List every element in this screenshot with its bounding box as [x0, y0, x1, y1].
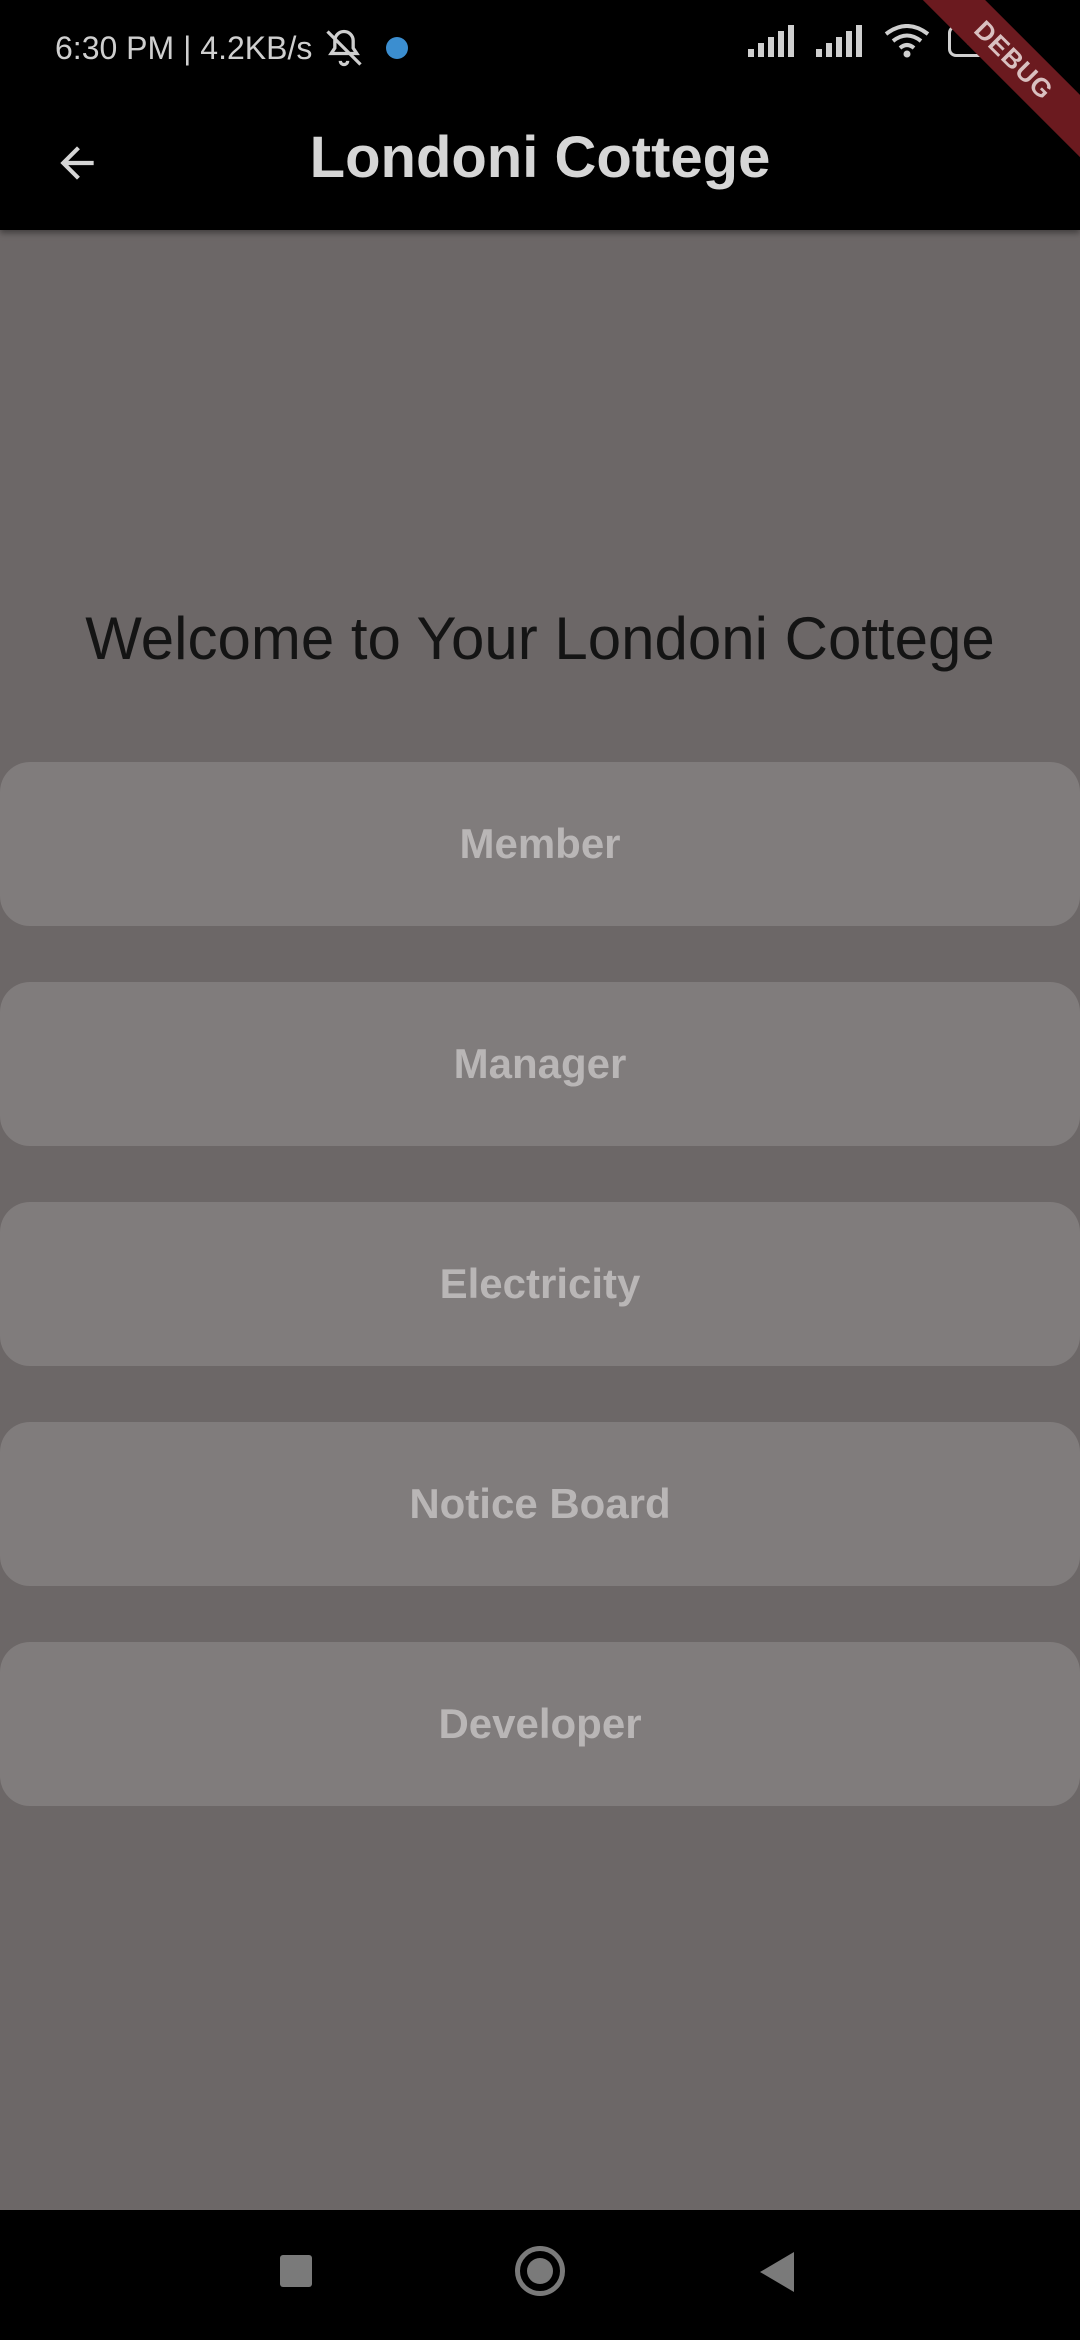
welcome-heading: Welcome to Your Londoni Cottege: [85, 605, 995, 672]
recent-apps-icon[interactable]: [280, 2255, 312, 2287]
electricity-button[interactable]: Electricity: [0, 1202, 1080, 1366]
system-nav-bar: [0, 2210, 1080, 2340]
manager-button-label: Manager: [453, 1040, 627, 1087]
telegram-icon: [386, 37, 409, 59]
screen: 6:30 PM | 4.2KB/s 45 Londoni Cottege DEB…: [0, 0, 1080, 2340]
bell-off-icon: [326, 29, 362, 67]
status-bar: 6:30 PM | 4.2KB/s 45: [0, 0, 1080, 96]
page-title: Londoni Cottege: [309, 125, 771, 190]
battery-icon: 45: [948, 25, 1010, 57]
status-time-speed: 6:30 PM | 4.2KB/s: [55, 29, 313, 66]
app-bar: Londoni Cottege: [0, 96, 1080, 230]
status-right: 45: [748, 24, 1010, 58]
signal-icon: [748, 25, 794, 57]
manager-button[interactable]: Manager: [0, 982, 1080, 1146]
electricity-button-label: Electricity: [439, 1260, 641, 1307]
notice-board-button[interactable]: Notice Board: [0, 1422, 1080, 1586]
developer-button[interactable]: Developer: [0, 1642, 1080, 1806]
member-button-label: Member: [459, 820, 621, 867]
battery-level: 45: [966, 28, 992, 53]
home-icon[interactable]: [515, 2246, 565, 2296]
member-button[interactable]: Member: [0, 762, 1080, 926]
status-left: 6:30 PM | 4.2KB/s: [55, 26, 409, 70]
notice-board-button-label: Notice Board: [409, 1480, 671, 1527]
back-triangle-icon[interactable]: [760, 2252, 794, 2292]
developer-button-label: Developer: [438, 1700, 642, 1747]
wifi-icon: [884, 24, 930, 58]
signal-icon-2: [816, 25, 862, 57]
